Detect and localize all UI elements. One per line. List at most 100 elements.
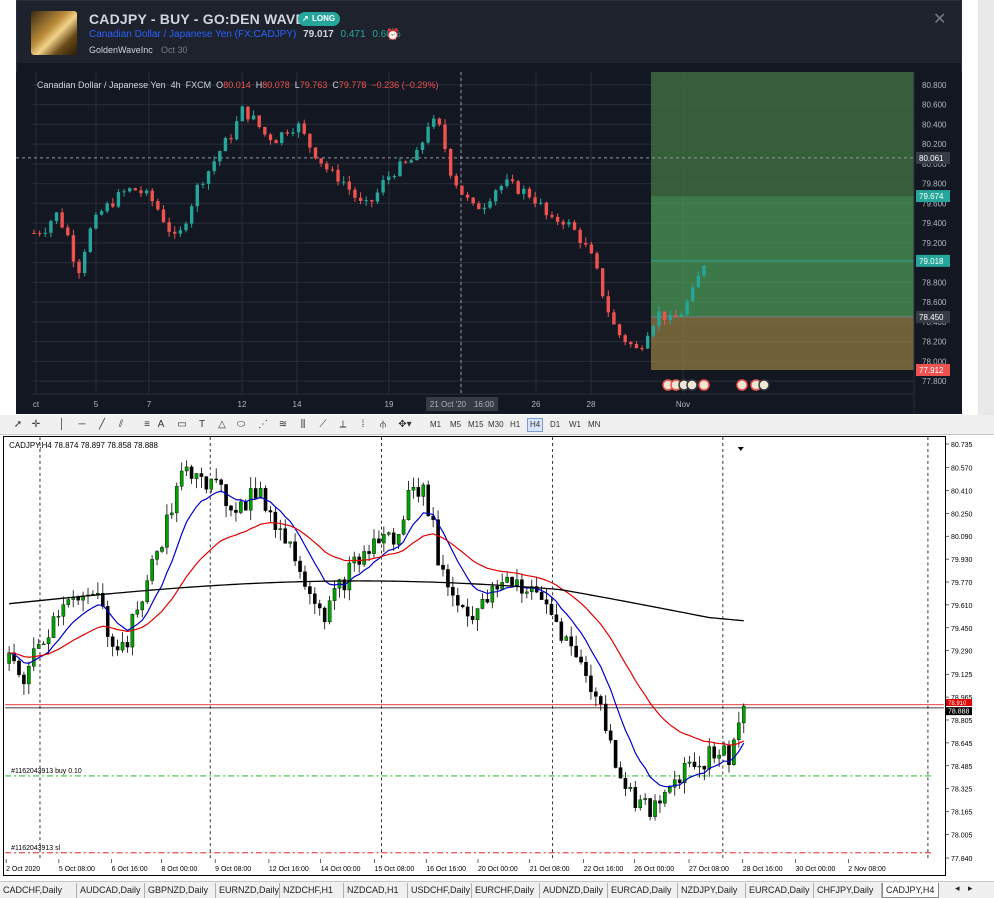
candle-body bbox=[209, 478, 214, 490]
candle-body bbox=[372, 538, 376, 554]
author-name[interactable]: GoldenWaveInc bbox=[89, 45, 153, 55]
chart-tab[interactable]: AUDNZD,Daily bbox=[540, 883, 608, 898]
arrows-dropdown-icon[interactable]: ✥▾ bbox=[396, 418, 414, 432]
text-tool-icon[interactable]: A bbox=[156, 418, 166, 432]
time-tick-label: ct bbox=[33, 400, 40, 409]
candle-body bbox=[156, 201, 160, 210]
tab-scroll-right-icon[interactable]: ▸ bbox=[968, 883, 973, 894]
time-tick-label: 30 Oct 00:00 bbox=[796, 866, 836, 873]
candle-body bbox=[495, 586, 500, 590]
candle-body bbox=[600, 268, 605, 297]
candle-body bbox=[322, 607, 327, 623]
candle-body bbox=[589, 675, 593, 692]
timeframe-h4[interactable]: H4 bbox=[527, 418, 544, 432]
time-tick-label: Nov bbox=[676, 400, 690, 409]
alarm-clock-icon[interactable]: ⏰ bbox=[386, 28, 400, 41]
fibo-channel-icon[interactable]: ⟋ bbox=[316, 418, 330, 432]
candle-body bbox=[71, 235, 76, 262]
candle-body bbox=[475, 608, 480, 620]
price-tick-label: 77.840 bbox=[951, 856, 973, 863]
candle-body bbox=[608, 730, 613, 741]
timeframe-m1[interactable]: M1 bbox=[428, 418, 443, 432]
andrews-pitchfork-icon[interactable]: ⫛ bbox=[376, 418, 390, 432]
symbol-description-link[interactable]: Canadian Dollar / Japanese Yen bbox=[89, 29, 232, 40]
channel-icon[interactable]: ⫽ bbox=[114, 418, 128, 432]
tradingview-chart[interactable]: 80.80080.60080.40080.20080.00079.80079.6… bbox=[16, 72, 962, 414]
candle-body bbox=[516, 181, 520, 194]
chart-tab[interactable]: NZDCHF,H1 bbox=[280, 883, 344, 898]
candle-body bbox=[51, 616, 56, 638]
candle-body bbox=[651, 325, 656, 336]
timeframe-m5[interactable]: M5 bbox=[448, 418, 463, 432]
fibonacci-icon[interactable]: ≡ bbox=[140, 418, 154, 432]
chart-tab[interactable]: EURCAD,Daily bbox=[608, 883, 678, 898]
chart-tab[interactable]: USDCHF,Daily bbox=[408, 883, 472, 898]
time-tick-label: 5 Oct 08:00 bbox=[59, 866, 95, 873]
candle-body bbox=[234, 121, 239, 140]
price-tag-label: 80.061 bbox=[919, 154, 944, 163]
candle-body bbox=[617, 324, 622, 336]
candle-body bbox=[618, 767, 623, 779]
candle-body bbox=[465, 606, 470, 617]
candle-body bbox=[409, 160, 413, 163]
text-label-icon[interactable]: T bbox=[196, 418, 208, 432]
rectangle-icon[interactable]: ▭ bbox=[176, 418, 188, 432]
trendline-icon[interactable]: ╱ bbox=[96, 418, 108, 432]
candle-body bbox=[174, 486, 179, 514]
fibo-fan-icon[interactable]: ⋰ bbox=[256, 418, 270, 432]
timeframe-d1[interactable]: D1 bbox=[548, 418, 562, 432]
background-scrollbar[interactable] bbox=[978, 0, 994, 420]
chart-tab[interactable]: NZDCAD,H1 bbox=[344, 883, 408, 898]
chart-tab[interactable]: CADCHF,Daily bbox=[0, 883, 77, 898]
candle-body bbox=[336, 169, 340, 182]
candle-body bbox=[420, 142, 425, 150]
vertical-line-icon[interactable]: │ bbox=[58, 418, 66, 432]
price-tick-label: 80.200 bbox=[922, 140, 947, 149]
candle-body bbox=[679, 314, 684, 317]
candle-body bbox=[145, 580, 149, 603]
timeframe-m30[interactable]: M30 bbox=[486, 418, 506, 432]
chart-tab[interactable]: CHFJPY,Daily bbox=[814, 883, 882, 898]
symbol-code-link[interactable]: (FX:CADJPY) bbox=[235, 29, 297, 40]
candle-body bbox=[490, 586, 495, 603]
chart-tab[interactable]: EURCHF,Daily bbox=[472, 883, 540, 898]
triangle-icon[interactable]: △ bbox=[216, 418, 228, 432]
crosshair-icon[interactable]: ✛ bbox=[30, 418, 42, 432]
price-tick-label: 79.125 bbox=[951, 672, 973, 679]
chart-tab[interactable]: AUDCAD,Daily bbox=[77, 883, 145, 898]
candle-body bbox=[184, 466, 189, 472]
close-icon[interactable]: ✕ bbox=[933, 9, 946, 29]
cycle-lines-icon[interactable]: ⁞ bbox=[356, 418, 370, 432]
time-tick-label: 12 bbox=[238, 400, 247, 409]
horizontal-line-icon[interactable]: ─ bbox=[76, 418, 88, 432]
mt4-price-chart[interactable]: CADJPY,H4 78.874 78.897 78.858 78.888 #11… bbox=[3, 436, 946, 876]
timeframe-mn[interactable]: MN bbox=[586, 418, 602, 432]
candle-body bbox=[696, 275, 701, 288]
fibo-time-icon[interactable]: ⫼ bbox=[296, 418, 310, 432]
fibo-arcs-icon[interactable]: ≋ bbox=[276, 418, 290, 432]
legend-low: 79.763 bbox=[299, 80, 328, 90]
tab-scroll-left-icon[interactable]: ◂ bbox=[955, 883, 960, 894]
ellipse-icon[interactable]: ⬭ bbox=[235, 418, 247, 432]
candle-body bbox=[732, 739, 736, 765]
chart-tab[interactable]: EURCAD,Daily bbox=[746, 883, 814, 898]
cursor-arrow-icon[interactable]: ➚ bbox=[12, 418, 24, 432]
timeframe-w1[interactable]: W1 bbox=[567, 418, 583, 432]
mt4-chart-tabs: CADCHF,Daily AUDCAD,Daily GBPNZD,Daily EURN… bbox=[0, 881, 994, 898]
candle-body bbox=[549, 603, 554, 615]
candle-body bbox=[613, 740, 618, 768]
chart-tab[interactable]: CADJPY,H4 bbox=[882, 883, 939, 898]
candle-body bbox=[122, 191, 126, 193]
chart-tab[interactable]: NZDJPY,Daily bbox=[678, 883, 746, 898]
author-logo[interactable] bbox=[31, 11, 77, 55]
candle-body bbox=[219, 479, 223, 485]
timeframe-h1[interactable]: H1 bbox=[508, 418, 522, 432]
chart-tab[interactable]: EURNZD,Daily bbox=[216, 883, 280, 898]
price-tick-label: 80.800 bbox=[922, 81, 947, 90]
candle-body bbox=[285, 132, 290, 134]
time-tick-label: 6 Oct 16:00 bbox=[112, 866, 148, 873]
gann-icon[interactable]: ⟂ bbox=[336, 418, 350, 432]
candle-body bbox=[77, 261, 81, 273]
chart-tab[interactable]: GBPNZD,Daily bbox=[145, 883, 216, 898]
timeframe-m15[interactable]: M15 bbox=[466, 418, 486, 432]
